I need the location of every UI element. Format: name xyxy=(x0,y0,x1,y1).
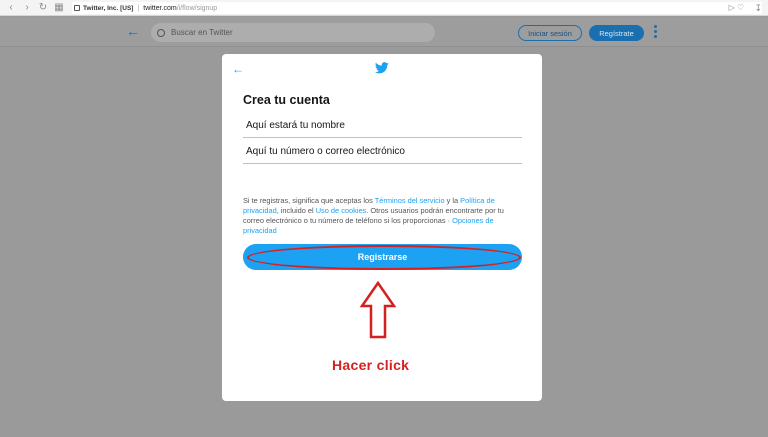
twitter-header: ← Buscar en Twitter Iniciar sesión Regís… xyxy=(0,17,768,47)
legal-text-1: Si te registras, significa que aceptas l… xyxy=(243,196,375,205)
login-button[interactable]: Iniciar sesión xyxy=(518,25,582,41)
search-input[interactable]: Buscar en Twitter xyxy=(151,23,435,42)
legal-text-3: , incluido el xyxy=(276,206,316,215)
name-field-text: Aquí estará tu nombre xyxy=(246,120,345,131)
signup-modal: ← Crea tu cuenta Aquí estará tu nombre A… xyxy=(222,54,542,401)
heart-icon[interactable]: ♡ xyxy=(737,3,746,12)
site-badge: Twitter, Inc. [US] xyxy=(83,4,134,12)
phone-email-field[interactable]: Aquí tu número o correo electrónico xyxy=(243,140,522,164)
reload-icon[interactable]: ↻ xyxy=(38,2,48,14)
annotation-arrow-up-icon xyxy=(359,280,397,339)
back-arrow-icon[interactable]: ← xyxy=(126,23,140,39)
url-path: /i/flow/signup xyxy=(176,4,218,12)
address-actions: ▷♡ xyxy=(729,2,746,14)
legal-notice: Si te registras, significa que aceptas l… xyxy=(243,196,522,236)
modal-back-icon[interactable]: ← xyxy=(232,62,244,76)
more-options-icon[interactable] xyxy=(654,25,658,38)
legal-text-2: y la xyxy=(444,196,461,205)
header-signup-button[interactable]: Regístrate xyxy=(589,25,644,41)
forward-icon[interactable]: › xyxy=(22,2,32,14)
modal-title: Crea tu cuenta xyxy=(243,93,330,107)
twitter-bird-icon xyxy=(375,62,389,74)
address-separator: | xyxy=(137,4,140,12)
phone-email-field-text: Aquí tu número o correo electrónico xyxy=(246,146,405,157)
apps-icon[interactable]: ▦ xyxy=(54,2,64,14)
signup-submit-button[interactable]: Registrarse xyxy=(243,244,522,270)
browser-toolbar: ‹ › ↻ ▦ Twitter, Inc. [US] | twitter.com… xyxy=(0,0,768,16)
download-icon[interactable]: ↧ xyxy=(754,2,762,14)
annotation-label: Hacer click xyxy=(332,357,410,373)
back-icon[interactable]: ‹ xyxy=(6,2,16,14)
cookies-link[interactable]: Uso de cookies xyxy=(316,206,367,215)
name-field[interactable]: Aquí estará tu nombre xyxy=(243,114,522,138)
url-domain: twitter.com xyxy=(143,4,177,12)
send-icon[interactable]: ▷ xyxy=(729,3,737,12)
lock-icon xyxy=(74,5,80,11)
search-placeholder: Buscar en Twitter xyxy=(171,28,233,37)
search-icon xyxy=(157,28,165,37)
browser-nav: ‹ › ↻ ▦ xyxy=(0,2,64,14)
address-bar[interactable]: Twitter, Inc. [US] | twitter.com /i/flow… xyxy=(72,2,762,14)
terms-link[interactable]: Términos del servicio xyxy=(375,196,445,205)
